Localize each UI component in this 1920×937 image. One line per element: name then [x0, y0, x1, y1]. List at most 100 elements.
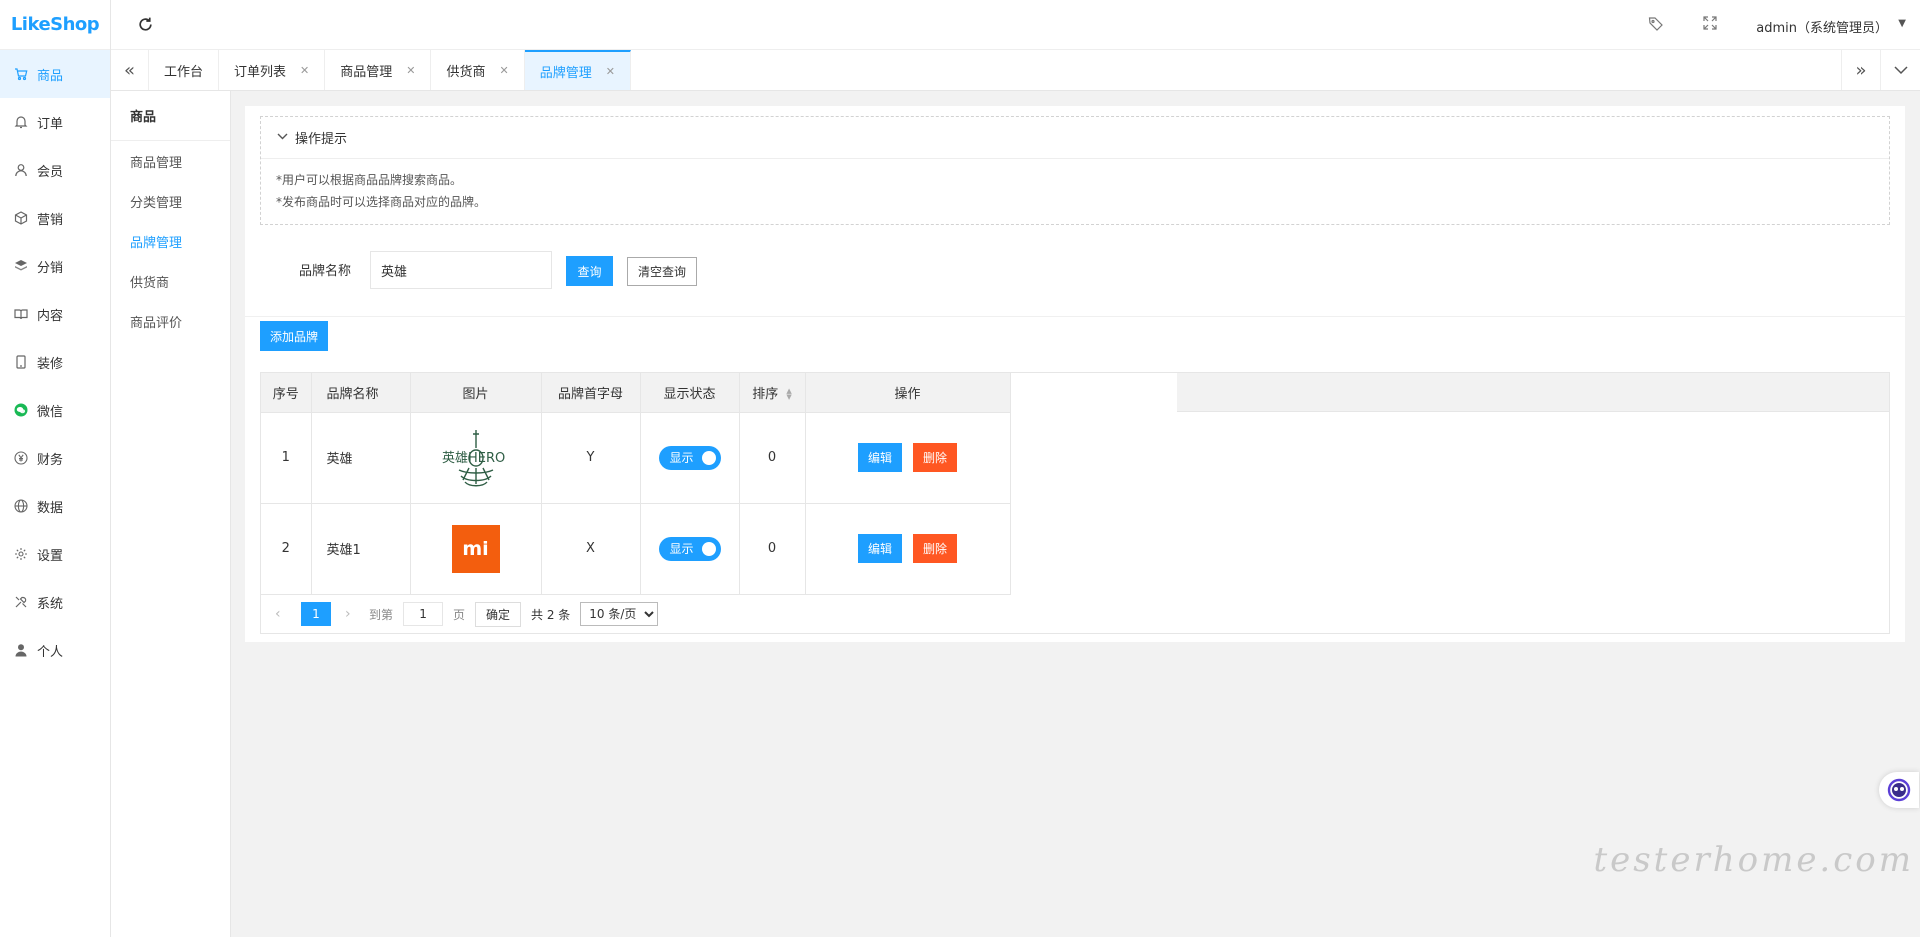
- delete-button[interactable]: 删除: [913, 443, 957, 472]
- person-icon: [14, 643, 28, 657]
- sub-nav-title: 商品: [111, 91, 230, 141]
- sub-nav-item-supplier[interactable]: 供货商: [111, 261, 230, 301]
- app-logo[interactable]: LikeShop: [0, 0, 110, 50]
- next-page-icon[interactable]: ›: [345, 606, 363, 622]
- sub-nav-item-reviews[interactable]: 商品评价: [111, 301, 230, 341]
- cell-image: mi: [410, 503, 542, 595]
- cell-brand-name: 英雄: [311, 412, 411, 504]
- tools-icon: [14, 595, 28, 609]
- assistant-bot-icon[interactable]: [1879, 772, 1919, 808]
- clear-query-button[interactable]: 清空查询: [627, 257, 697, 286]
- yen-icon: [14, 451, 28, 465]
- nav-item-settings[interactable]: 设置: [0, 530, 110, 578]
- nav-item-orders[interactable]: 订单: [0, 98, 110, 146]
- gear-icon: [14, 547, 28, 561]
- tab-label: 工作台: [164, 64, 204, 80]
- tab-order-list[interactable]: 订单列表 ✕: [219, 50, 326, 90]
- query-button[interactable]: 查询: [566, 256, 613, 286]
- nav-item-label: 个人: [37, 644, 64, 660]
- col-sort[interactable]: 排序 ▲ ▼: [739, 373, 806, 413]
- total-count: 共 2 条: [531, 607, 571, 622]
- nav-item-label: 内容: [37, 308, 64, 324]
- caret-down-icon[interactable]: ▼: [1898, 18, 1906, 29]
- nav-item-content[interactable]: 内容: [0, 290, 110, 338]
- goto-confirm-button[interactable]: 确定: [475, 601, 522, 627]
- nav-item-label: 设置: [37, 548, 64, 564]
- cell-index: 1: [261, 412, 312, 504]
- switch-knob: [701, 450, 716, 465]
- tabs-scroll-left-icon[interactable]: «: [111, 50, 149, 90]
- status-switch[interactable]: 显示: [658, 445, 721, 470]
- page-size-select[interactable]: 10 条/页: [580, 602, 659, 626]
- status-switch[interactable]: 显示: [658, 536, 721, 561]
- cube-icon: [14, 211, 28, 225]
- nav-item-goods[interactable]: 商品: [0, 50, 110, 98]
- col-image: 图片: [410, 373, 542, 413]
- col-initial: 品牌首字母: [541, 373, 641, 413]
- nav-item-finance[interactable]: 财务: [0, 434, 110, 482]
- edit-button[interactable]: 编辑: [858, 534, 902, 563]
- page-current[interactable]: 1: [301, 602, 331, 626]
- brand-table: 序号 品牌名称 图片 品牌首字母 显示状态 排序 ▲ ▼ 操作 1 英雄 英雄H…: [260, 372, 1890, 634]
- prev-page-icon[interactable]: ‹: [275, 606, 293, 622]
- tabs-scroll-right-icon[interactable]: »: [1841, 50, 1880, 90]
- tip-line: *用户可以根据商品品牌搜索商品。: [276, 173, 463, 187]
- tablet-icon: [14, 355, 28, 369]
- tab-workbench[interactable]: 工作台: [149, 50, 220, 90]
- nav-item-label: 商品: [37, 68, 64, 84]
- brand-name-input[interactable]: [370, 251, 552, 289]
- nav-item-wechat[interactable]: 微信: [0, 386, 110, 434]
- refresh-icon[interactable]: [137, 16, 155, 34]
- tabs-bar: « 工作台 订单列表 ✕ 商品管理 ✕ 供货商 ✕ 品牌管理 ✕ »: [111, 50, 1920, 91]
- sub-nav-item-category[interactable]: 分类管理: [111, 181, 230, 221]
- sort-icon[interactable]: ▲ ▼: [786, 388, 791, 401]
- close-icon[interactable]: ✕: [500, 64, 509, 77]
- nav-item-data[interactable]: 数据: [0, 482, 110, 530]
- nav-item-marketing[interactable]: 营销: [0, 194, 110, 242]
- cell-status: 显示: [640, 412, 740, 504]
- cell-index: 2: [261, 503, 312, 595]
- nav-item-decoration[interactable]: 装修: [0, 338, 110, 386]
- table-row: 1 英雄 英雄HERO Y 显示 0 编辑 删除: [261, 412, 1011, 504]
- nav-item-label: 营销: [37, 212, 64, 228]
- cell-sort: 0: [739, 503, 806, 595]
- delete-button[interactable]: 删除: [913, 534, 957, 563]
- fullscreen-icon[interactable]: [1703, 16, 1721, 34]
- col-index: 序号: [261, 373, 312, 413]
- sub-nav-item-goods-manage[interactable]: 商品管理: [111, 141, 230, 181]
- nav-item-members[interactable]: 会员: [0, 146, 110, 194]
- brand-table-grid: 序号 品牌名称 图片 品牌首字母 显示状态 排序 ▲ ▼ 操作 1 英雄 英雄H…: [261, 373, 1011, 595]
- tab-goods-manage[interactable]: 商品管理 ✕: [325, 50, 432, 90]
- goto-page-input[interactable]: [403, 602, 444, 626]
- switch-knob: [701, 541, 716, 556]
- tips-body: *用户可以根据商品品牌搜索商品。 *发布商品时可以选择商品对应的品牌。: [261, 159, 1889, 213]
- tips-panel: 操作提示 *用户可以根据商品品牌搜索商品。 *发布商品时可以选择商品对应的品牌。: [260, 116, 1890, 225]
- tips-header[interactable]: 操作提示: [261, 117, 1889, 159]
- cell-actions: 编辑 删除: [805, 503, 1011, 595]
- status-switch-label: 显示: [669, 542, 694, 556]
- nav-item-system[interactable]: 系统: [0, 578, 110, 626]
- close-icon[interactable]: ✕: [606, 65, 615, 78]
- nav-item-personal[interactable]: 个人: [0, 626, 110, 674]
- tabs-menu-chevron-down-icon[interactable]: [1880, 50, 1920, 90]
- add-brand-button[interactable]: 添加品牌: [260, 321, 328, 351]
- tab-brand-manage[interactable]: 品牌管理 ✕: [524, 50, 631, 90]
- tab-label: 商品管理: [340, 64, 393, 80]
- tab-label: 订单列表: [234, 64, 287, 80]
- status-switch-label: 显示: [669, 451, 694, 465]
- nav-item-label: 数据: [37, 500, 64, 516]
- close-icon[interactable]: ✕: [300, 64, 309, 77]
- hero-brand-logo[interactable]: 英雄HERO: [439, 422, 513, 494]
- close-icon[interactable]: ✕: [406, 64, 415, 77]
- nav-item-distribution[interactable]: 分销: [0, 242, 110, 290]
- tip-line: *发布商品时可以选择商品对应的品牌。: [276, 195, 487, 209]
- sub-nav: 商品 商品管理 分类管理 品牌管理 供货商 商品评价: [111, 91, 231, 937]
- sub-nav-item-brand[interactable]: 品牌管理: [111, 221, 230, 261]
- top-bar: admin（系统管理员） ▼: [111, 0, 1920, 50]
- cell-initial: X: [541, 503, 641, 595]
- edit-button[interactable]: 编辑: [858, 443, 902, 472]
- mi-brand-logo[interactable]: mi: [451, 524, 500, 573]
- user-menu[interactable]: admin（系统管理员）: [1756, 17, 1888, 36]
- tab-supplier[interactable]: 供货商 ✕: [431, 50, 525, 90]
- tag-icon[interactable]: [1648, 16, 1666, 34]
